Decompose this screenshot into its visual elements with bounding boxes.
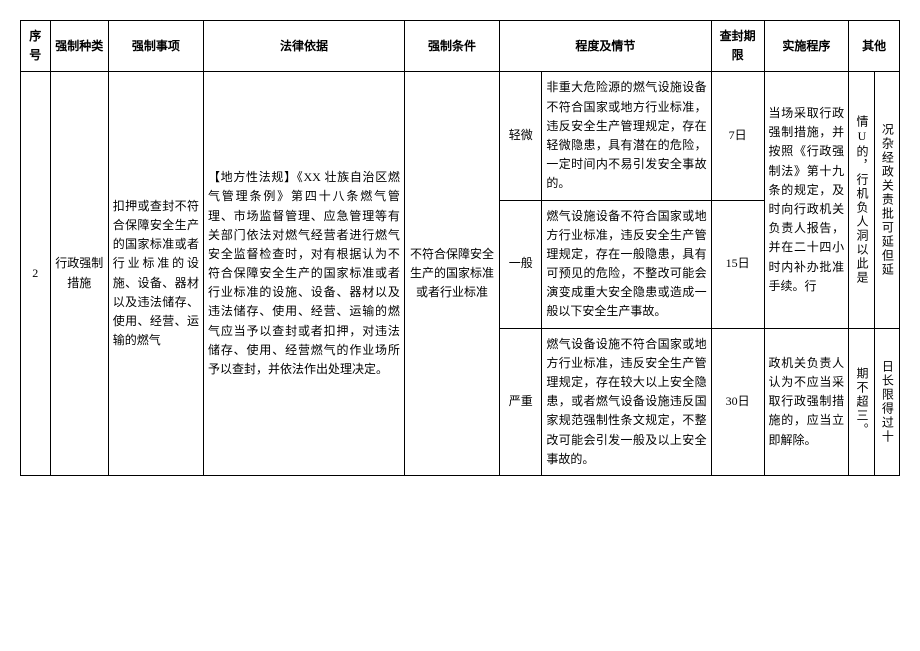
- table-row: 2 行政强制措施 扣押或查封不符合保障安全生产的国家标准或者行业标准的设施、设备…: [21, 72, 900, 200]
- header-row: 序号 强制种类 强制事项 法律依据 强制条件 程度及情节 查封期限 实施程序 其…: [21, 21, 900, 72]
- cell-period-0: 7日: [711, 72, 764, 200]
- header-period: 查封期限: [711, 21, 764, 72]
- cell-other-col1: 情U的，行机负人洞以此是: [849, 72, 874, 328]
- cell-detail-0: 非重大危险源的燃气设施设备不符合国家或地方行业标准，违反安全生产管理规定，存在轻…: [542, 72, 711, 200]
- header-condition: 强制条件: [404, 21, 499, 72]
- other-text-b2: 日长限得过十: [879, 360, 896, 444]
- header-level-detail: 程度及情节: [500, 21, 712, 72]
- header-procedure: 实施程序: [764, 21, 849, 72]
- cell-other-col2: 况杂经政关责批可延但延: [874, 72, 899, 328]
- header-matter: 强制事项: [108, 21, 203, 72]
- cell-level-2: 严重: [500, 328, 542, 475]
- other-text-b1: 期不超三。: [853, 367, 870, 437]
- cell-other-bottom2: 日长限得过十: [874, 328, 899, 475]
- cell-detail-1: 燃气设施设备不符合国家或地方行业标准，违反安全生产管理规定，存在一般隐患，具有可…: [542, 200, 711, 328]
- header-seq: 序号: [21, 21, 51, 72]
- header-basis: 法律依据: [203, 21, 404, 72]
- cell-seq: 2: [21, 72, 51, 476]
- cell-basis: 【地方性法规】《XX 壮族自治区燃气管理条例》第四十八条燃气管理、市场监督管理、…: [203, 72, 404, 476]
- cell-period-1: 15日: [711, 200, 764, 328]
- cell-procedure-top: 当场采取行政强制措施，并按照《行政强制法》第十九条的规定，及时向行政机关负责人报…: [764, 72, 849, 328]
- cell-type: 行政强制措施: [50, 72, 108, 476]
- cell-detail-2: 燃气设备设施不符合国家或地方行业标准，违反安全生产管理规定，存在较大以上安全隐患…: [542, 328, 711, 475]
- cell-period-2: 30日: [711, 328, 764, 475]
- cell-level-1: 一般: [500, 200, 542, 328]
- cell-matter: 扣押或查封不符合保障安全生产的国家标准或者行业标准的设施、设备、器材以及违法储存…: [108, 72, 203, 476]
- cell-procedure-bottom: 政机关负责人认为不应当采取行政强制措施的，应当立即解除。: [764, 328, 849, 475]
- other-text-1: 情U的，行机负人洞以此是: [853, 115, 870, 285]
- header-type: 强制种类: [50, 21, 108, 72]
- other-text-2: 况杂经政关责批可延但延: [879, 123, 896, 277]
- cell-level-0: 轻微: [500, 72, 542, 200]
- cell-condition: 不符合保障安全生产的国家标准或者行业标准: [404, 72, 499, 476]
- cell-other-bottom1: 期不超三。: [849, 328, 874, 475]
- regulation-table: 序号 强制种类 强制事项 法律依据 强制条件 程度及情节 查封期限 实施程序 其…: [20, 20, 900, 476]
- header-other: 其他: [849, 21, 900, 72]
